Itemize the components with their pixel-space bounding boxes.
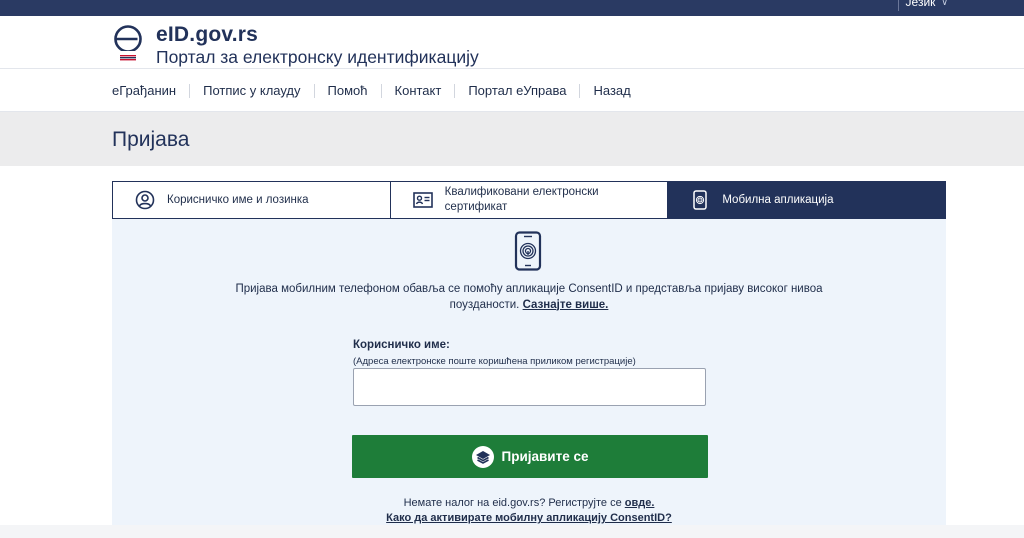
mobile-login-panel: Пријава мобилним телефоном обавља се пом… <box>112 219 946 525</box>
nav-item-back[interactable]: Назад <box>580 84 643 98</box>
tab-username-password[interactable]: Корисничко име и лозинка <box>112 181 391 219</box>
main-navigation: еГрађанин Потпис у клауду Помоћ Контакт … <box>0 68 1024 112</box>
username-label: Корисничко име: <box>353 339 450 351</box>
mobile-fingerprint-icon <box>514 231 542 271</box>
mobile-login-intro: Пријава мобилним телефоном обавља се пом… <box>229 282 829 313</box>
user-circle-icon <box>135 190 155 210</box>
page-footer-edge <box>0 525 1024 538</box>
nav-item-egradjanin[interactable]: еГрађанин <box>112 84 191 98</box>
site-brand[interactable]: eID.gov.rs Портал за електронску идентиф… <box>113 22 533 67</box>
tab-label: Квалификовани електронски сертификат <box>444 186 599 213</box>
register-text: Немате налог на eid.gov.rs? Региструјте … <box>403 497 622 509</box>
eid-logo-icon <box>114 25 142 61</box>
chevron-down-icon: ∨ <box>941 0 948 7</box>
nav-item-contact[interactable]: Контакт <box>382 84 456 98</box>
nav-item-cloud-signature[interactable]: Потпис у клауду <box>190 84 315 98</box>
page-title-band: Пријава <box>0 112 1024 166</box>
page-title: Пријава <box>112 128 190 151</box>
username-hint: (Адреса електронске поште коришћена прил… <box>353 356 636 367</box>
tab-label: Мобилна апликација <box>722 193 834 206</box>
consentid-logo-icon <box>471 445 494 468</box>
brand-title: eID.gov.rs <box>156 23 258 46</box>
id-card-icon <box>412 190 433 210</box>
register-link[interactable]: овде. <box>625 497 655 509</box>
login-button-label: Пријавите се <box>501 449 589 464</box>
login-method-tabs: Корисничко име и лозинка Квалификовани е… <box>112 181 947 219</box>
tab-mobile-app[interactable]: Мобилна апликација <box>668 181 947 219</box>
mobile-fingerprint-icon <box>690 190 710 210</box>
language-divider <box>897 0 899 11</box>
language-selector[interactable]: Језик ∨ <box>897 0 948 11</box>
learn-more-link[interactable]: Сазнајте више. <box>523 299 609 311</box>
register-prompt: Немате налог на eid.gov.rs? Региструјте … <box>112 497 946 509</box>
nav-item-help[interactable]: Помоћ <box>315 84 382 98</box>
username-input[interactable] <box>353 368 706 406</box>
brand-subtitle: Портал за електронску идентификацију <box>156 47 479 67</box>
howto-activate-link[interactable]: Како да активирате мобилну апликацију Co… <box>112 512 946 524</box>
nav-item-euprava-portal[interactable]: Портал еУправа <box>455 84 581 98</box>
language-label: Језик <box>905 0 936 9</box>
tab-label: Корисничко име и лозинка <box>167 193 309 206</box>
tab-qualified-certificate[interactable]: Квалификовани електронски сертификат <box>390 181 669 219</box>
top-bar: Језик ∨ <box>0 0 1024 16</box>
login-button[interactable]: Пријавите се <box>352 435 708 478</box>
